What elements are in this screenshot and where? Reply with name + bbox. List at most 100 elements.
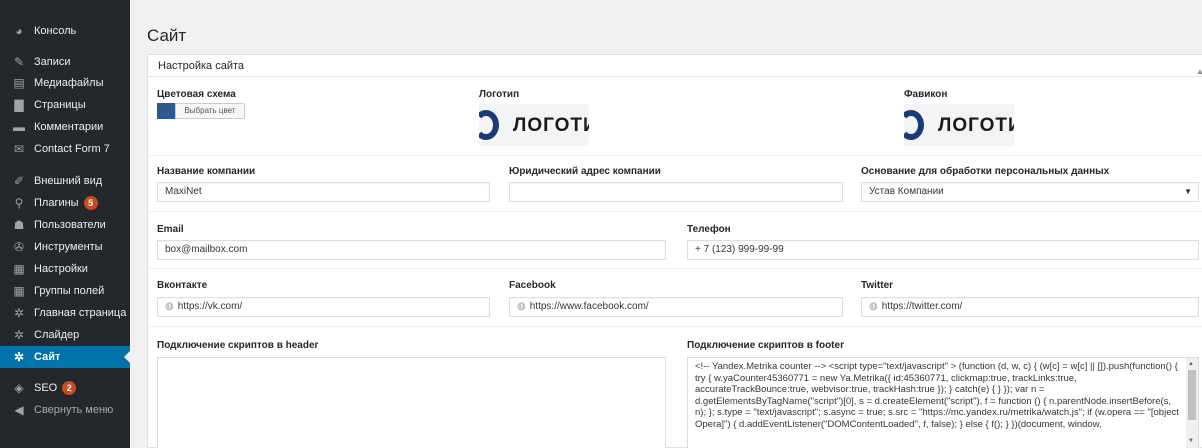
facebook-input[interactable]: ◍ https://www.facebook.com/ (509, 297, 843, 317)
gear-icon: ✲ (13, 328, 25, 342)
menu-item-tools[interactable]: ✇ Инструменты (0, 236, 130, 258)
header-scripts-textarea[interactable] (157, 357, 666, 448)
favicon-label: Фавикон (904, 89, 948, 100)
menu-item-slider[interactable]: ✲ Слайдер (0, 324, 130, 346)
divider (148, 155, 1202, 156)
color-scheme-label: Цветовая схема (157, 89, 236, 100)
logo-arc (479, 110, 499, 140)
footer-scripts-label: Подключение скриптов в footer (687, 340, 844, 351)
menu-label: Внешний вид (34, 175, 103, 187)
menu-label: Страницы (34, 99, 86, 111)
menu-item-comments[interactable]: ▬ Комментарии (0, 116, 130, 138)
menu-label: Плагины (34, 197, 79, 209)
media-icon: ▤ (13, 76, 25, 90)
menu-item-users[interactable]: ☗ Пользователи (0, 214, 130, 236)
panel-title: Настройка сайта (158, 60, 245, 72)
menu-item-pages[interactable]: ▇ Страницы (0, 94, 130, 116)
dashboard-icon: ◕ (15, 24, 23, 38)
footer-scripts-content: <!-- Yandex.Metrika counter --> <script … (695, 361, 1179, 430)
menu-label: Комментарии (34, 121, 104, 133)
company-name-input[interactable]: MaxiNet (157, 182, 490, 202)
menu-label: Contact Form 7 (34, 143, 110, 155)
menu-item-posts[interactable]: ✎ Записи (0, 51, 130, 73)
seo-badge: 2 (62, 381, 77, 395)
mail-icon: ✉ (13, 142, 25, 156)
menu-item-media[interactable]: ▤ Медиафайлы (0, 72, 130, 94)
chevron-down-icon: ▼ (1184, 187, 1192, 196)
page-title: Сайт (147, 26, 187, 45)
data-basis-label: Основание для обработки персональных дан… (861, 166, 1110, 177)
users-icon: ☗ (13, 218, 25, 232)
menu-item-field-groups[interactable]: ▦ Группы полей (0, 280, 130, 302)
panel-header[interactable]: Настройка сайта ▲ (148, 55, 1202, 77)
header-scripts-label: Подключение скриптов в header (157, 340, 319, 351)
fields-icon: ▦ (13, 284, 25, 298)
scroll-thumb[interactable] (1188, 370, 1196, 420)
menu-label: SEO (34, 382, 58, 394)
favicon-image[interactable]: ЛОГОТИ (904, 104, 1014, 146)
vk-input[interactable]: ◍ https://vk.com/ (157, 297, 490, 317)
logo-label: Логотип (479, 89, 520, 100)
divider (148, 211, 1202, 212)
menu-item-seo[interactable]: ◈ SEO 2 (0, 377, 130, 399)
data-basis-value: Устав Компании (869, 186, 944, 197)
menu-item-plugins[interactable]: ⚲ Плагины 5 (0, 192, 130, 214)
footer-scripts-textarea[interactable]: <!-- Yandex.Metrika counter --> <script … (687, 357, 1199, 448)
menu-label: Главная страница (34, 307, 127, 319)
twitter-input[interactable]: ◍ https://twitter.com/ (861, 297, 1199, 317)
color-swatch[interactable] (157, 103, 175, 119)
admin-sidebar: ◕ Консоль ✎ Записи ▤ Медиафайлы ▇ Страницы ▬… (0, 0, 130, 448)
comments-icon: ▬ (13, 120, 25, 134)
pick-color-button[interactable]: Выбрать цвет (175, 103, 245, 119)
menu-item-home-page[interactable]: ✲ Главная страница (0, 302, 130, 324)
plugins-icon: ⚲ (14, 196, 24, 210)
menu-item-site[interactable]: ✲ Сайт (0, 346, 130, 368)
twitter-label: Twitter (861, 280, 894, 291)
divider (148, 268, 1202, 269)
menu-item-console[interactable]: ◕ Консоль (0, 20, 130, 42)
menu-label: Инструменты (34, 241, 103, 253)
textarea-scrollbar[interactable]: ▲ ▼ (1186, 358, 1198, 448)
legal-address-label: Юридический адрес компании (509, 166, 661, 177)
menu-label: Группы полей (34, 285, 105, 297)
facebook-value: https://www.facebook.com/ (529, 301, 649, 312)
plugins-update-badge: 5 (83, 196, 98, 210)
vk-label: Вконтакте (157, 280, 208, 291)
phone-label: Телефон (687, 224, 731, 235)
gear-icon: ✲ (13, 350, 25, 364)
menu-item-contact-form[interactable]: ✉ Contact Form 7 (0, 138, 130, 160)
vk-value: https://vk.com/ (177, 301, 243, 312)
collapse-menu-button[interactable]: ◀ Свернуть меню (0, 399, 130, 421)
twitter-value: https://twitter.com/ (881, 301, 963, 312)
favicon-text: ЛОГОТИ (938, 115, 1014, 136)
seo-icon: ◈ (14, 381, 24, 395)
logo-image[interactable]: ЛОГОТИ (479, 104, 589, 146)
scroll-up-icon[interactable]: ▲ (1188, 359, 1194, 371)
menu-label: Пользователи (34, 219, 106, 231)
favicon-arc (904, 110, 924, 140)
menu-item-appearance[interactable]: ✐ Внешний вид (0, 170, 130, 192)
menu-label: Медиафайлы (34, 77, 104, 89)
collapse-toggle-icon[interactable]: ▲ (1196, 61, 1202, 83)
collapse-icon: ◀ (14, 403, 24, 417)
settings-icon: ▦ (13, 262, 25, 276)
menu-label: Сайт (34, 351, 61, 363)
gear-icon: ✲ (13, 306, 25, 320)
phone-input[interactable]: + 7 (123) 999-99-99 (687, 240, 1199, 260)
globe-icon: ◍ (517, 301, 526, 312)
appearance-icon: ✐ (13, 174, 25, 188)
menu-label: Записи (34, 56, 71, 68)
site-settings-panel: Настройка сайта ▲ Цветовая схема Выбрать… (147, 54, 1202, 448)
email-label: Email (157, 224, 184, 235)
tools-icon: ✇ (13, 240, 25, 254)
scroll-down-icon[interactable]: ▼ (1188, 436, 1194, 448)
company-name-label: Название компании (157, 166, 256, 177)
email-input[interactable]: box@mailbox.com (157, 240, 666, 260)
legal-address-input[interactable] (509, 182, 843, 202)
globe-icon: ◍ (165, 301, 174, 312)
logo-text: ЛОГОТИ (513, 115, 589, 136)
facebook-label: Facebook (509, 280, 556, 291)
data-basis-select[interactable]: Устав Компании ▼ (861, 182, 1199, 202)
menu-label: Слайдер (34, 329, 80, 341)
menu-item-settings[interactable]: ▦ Настройки (0, 258, 130, 280)
